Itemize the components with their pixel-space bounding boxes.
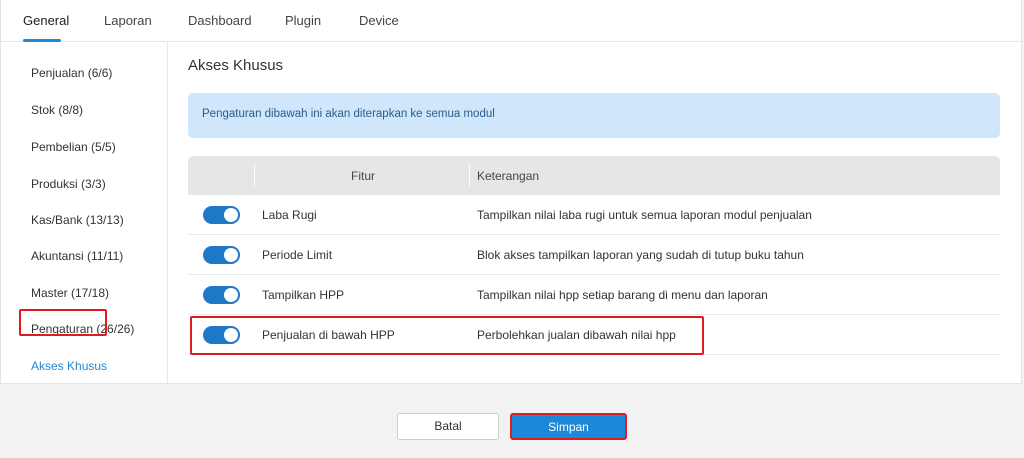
feature-toggle[interactable] — [203, 286, 240, 304]
tab-laporan[interactable]: Laporan — [104, 0, 152, 42]
save-button[interactable]: Simpan — [510, 413, 627, 440]
info-banner: Pengaturan dibawah ini akan diterapkan k… — [188, 93, 1000, 138]
feature-name: Periode Limit — [262, 248, 333, 262]
header-divider — [469, 165, 470, 186]
feature-description: Tampilkan nilai laba rugi untuk semua la… — [477, 208, 812, 222]
feature-toggle[interactable] — [203, 246, 240, 264]
table-header: Fitur Keterangan — [188, 156, 1000, 195]
feature-toggle[interactable] — [203, 206, 240, 224]
tab-device[interactable]: Device — [359, 0, 399, 42]
tab-dashboard[interactable]: Dashboard — [188, 0, 252, 42]
table-row: Laba Rugi Tampilkan nilai laba rugi untu… — [188, 195, 1000, 235]
table-row: Tampilkan HPP Tampilkan nilai hpp setiap… — [188, 275, 1000, 315]
sidebar-item-penjualan[interactable]: Penjualan (6/6) — [31, 66, 112, 80]
info-banner-text: Pengaturan dibawah ini akan diterapkan k… — [202, 108, 495, 120]
feature-description: Blok akses tampilkan laporan yang sudah … — [477, 248, 804, 262]
tab-bar: General Laporan Dashboard Plugin Device — [1, 0, 1023, 42]
header-divider — [254, 165, 255, 186]
sidebar-item-akses-khusus[interactable]: Akses Khusus — [31, 359, 107, 373]
sidebar-item-produksi[interactable]: Produksi (3/3) — [31, 177, 106, 191]
sidebar-item-master[interactable]: Master (17/18) — [31, 286, 109, 300]
toggle-knob — [224, 248, 238, 262]
tab-general[interactable]: General — [23, 0, 69, 42]
feature-name: Laba Rugi — [262, 208, 317, 222]
feature-description: Tampilkan nilai hpp setiap barang di men… — [477, 288, 768, 302]
sidebar-item-kas-bank[interactable]: Kas/Bank (13/13) — [31, 213, 124, 227]
header-fitur: Fitur — [351, 169, 375, 183]
sidebar-item-pembelian[interactable]: Pembelian (5/5) — [31, 140, 116, 154]
page-title: Akses Khusus — [188, 57, 284, 74]
sidebar-item-stok[interactable]: Stok (8/8) — [31, 103, 83, 117]
toggle-knob — [224, 208, 238, 222]
sidebar-highlight-box — [19, 309, 107, 336]
sidebar-item-akuntansi[interactable]: Akuntansi (11/11) — [31, 249, 123, 263]
row-highlight-box — [190, 316, 704, 355]
cancel-button[interactable]: Batal — [397, 413, 499, 440]
table-row: Periode Limit Blok akses tampilkan lapor… — [188, 235, 1000, 275]
toggle-knob — [224, 288, 238, 302]
tab-plugin[interactable]: Plugin — [285, 0, 321, 42]
feature-name: Tampilkan HPP — [262, 288, 345, 302]
header-keterangan: Keterangan — [477, 169, 540, 183]
